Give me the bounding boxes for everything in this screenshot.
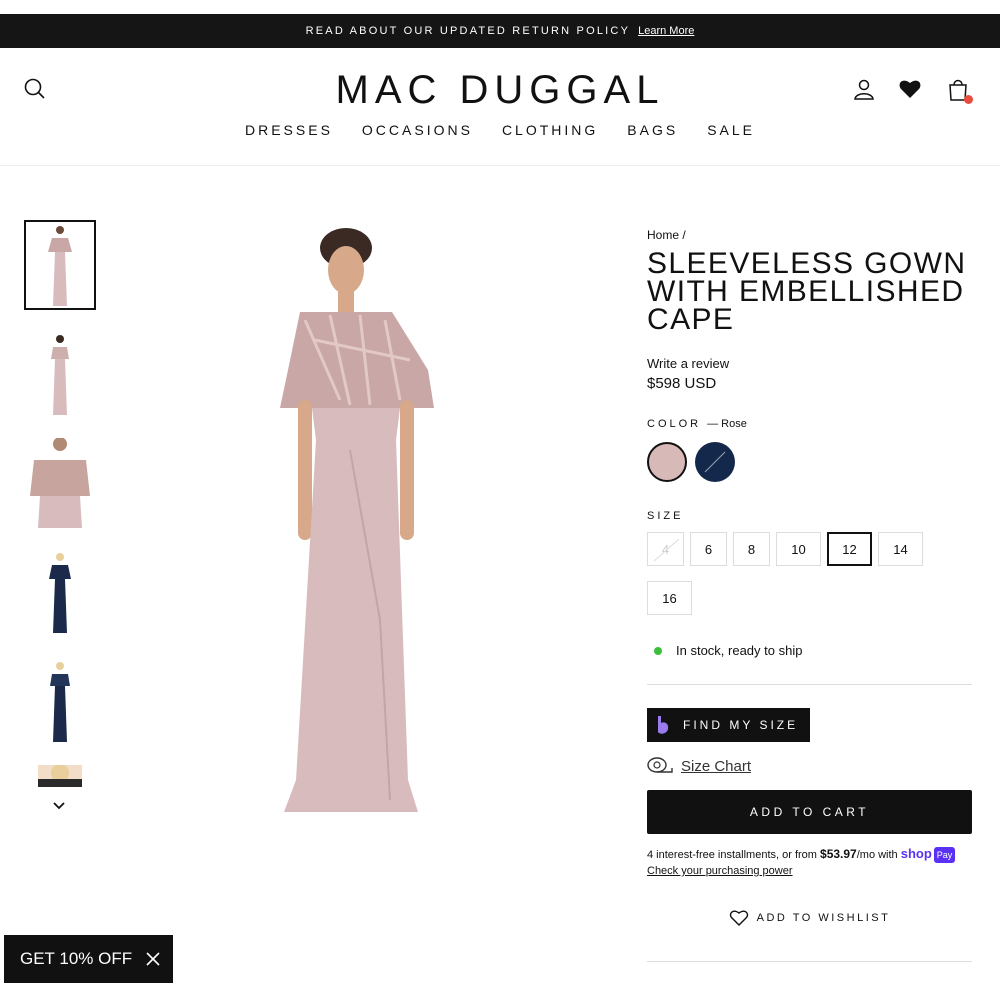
nav-sale[interactable]: SALE	[707, 122, 755, 138]
installments-pre: 4 interest-free installments, or from	[647, 849, 821, 861]
add-to-cart-button[interactable]: ADD TO CART	[647, 790, 972, 834]
thumbnail-5[interactable]	[24, 656, 96, 746]
installments-amount: $53.97	[820, 847, 857, 861]
color-label: COLOR	[647, 418, 702, 430]
product-main-image	[250, 220, 470, 820]
announcement-bar: READ ABOUT OUR UPDATED RETURN POLICY Lea…	[0, 14, 1000, 48]
swatch-rose[interactable]	[647, 442, 687, 482]
size-12[interactable]: 12	[827, 532, 872, 566]
thumbnail-4[interactable]	[24, 547, 96, 637]
account-icon[interactable]	[853, 78, 877, 102]
main-nav: DRESSES OCCASIONS CLOTHING BAGS SALE	[0, 122, 1000, 138]
stock-text: In stock, ready to ship	[676, 643, 803, 658]
thumbnail-2[interactable]	[24, 329, 96, 419]
find-my-size-button[interactable]: FIND MY SIZE	[647, 708, 811, 742]
nav-bags[interactable]: BAGS	[627, 122, 678, 138]
write-review-link[interactable]: Write a review	[647, 356, 972, 371]
bold-metrics-logo-icon	[658, 716, 669, 734]
breadcrumb[interactable]: Home /	[647, 228, 972, 242]
check-purchasing-power-link[interactable]: Check your purchasing power	[647, 865, 793, 877]
close-icon[interactable]	[145, 951, 161, 967]
size-10[interactable]: 10	[776, 532, 821, 566]
announcement-text: READ ABOUT OUR UPDATED RETURN POLICY	[305, 25, 631, 37]
heart-outline-icon	[729, 910, 748, 926]
stock-status: In stock, ready to ship	[647, 643, 972, 658]
divider	[647, 684, 972, 685]
size-14[interactable]: 14	[878, 532, 923, 566]
site-header: MAC DUGGAL DRESSES OCCASIONS CLOTHING BA…	[0, 48, 1000, 166]
product-price: $598 USD	[647, 375, 717, 392]
shop-pay-badge: Pay	[933, 847, 956, 863]
cart-badge	[964, 95, 973, 104]
promo-text[interactable]: GET 10% OFF	[20, 949, 132, 969]
product-title: SLEEVELESS GOWN WITH EMBELLISHED CAPE	[647, 247, 967, 336]
nav-occasions[interactable]: OCCASIONS	[362, 122, 473, 138]
nav-clothing[interactable]: CLOTHING	[502, 122, 598, 138]
find-my-size-label: FIND MY SIZE	[683, 718, 799, 732]
size-chart-row: Size Chart	[647, 756, 972, 776]
measuring-tape-icon	[647, 757, 673, 773]
size-chart-link[interactable]: Size Chart	[681, 758, 751, 775]
size-8[interactable]: 8	[733, 532, 770, 566]
promo-popup: GET 10% OFF	[4, 935, 173, 983]
size-options: 4 6 8 10 12 14 16	[647, 532, 947, 623]
size-6[interactable]: 6	[690, 532, 727, 566]
size-16[interactable]: 16	[647, 581, 692, 615]
color-label-row: COLOR — Rose	[647, 418, 972, 430]
swatch-navy[interactable]	[695, 442, 735, 482]
thumbnail-1[interactable]	[24, 220, 96, 310]
chevron-down-icon[interactable]	[52, 798, 66, 816]
in-stock-dot-icon	[654, 646, 662, 655]
divider-bottom	[647, 961, 972, 962]
learn-more-link[interactable]: Learn More	[638, 25, 694, 37]
wishlist-label: ADD TO WISHLIST	[756, 912, 891, 924]
thumbnail-6[interactable]	[24, 765, 96, 787]
color-swatches	[647, 442, 972, 482]
nav-dresses[interactable]: DRESSES	[245, 122, 333, 138]
installments-post: /mo with	[856, 849, 901, 861]
thumbnail-3[interactable]	[24, 438, 96, 528]
size-label: SIZE	[647, 510, 684, 522]
shop-pay-logo: shop	[900, 846, 932, 861]
cart-icon[interactable]	[947, 78, 973, 104]
thumbnail-gallery	[24, 220, 96, 787]
product-info: Home / SLEEVELESS GOWN WITH EMBELLISHED …	[647, 228, 972, 962]
brand-logo[interactable]: MAC DUGGAL	[0, 68, 1000, 113]
add-to-wishlist-button[interactable]: ADD TO WISHLIST	[647, 909, 972, 927]
heart-icon[interactable]	[898, 78, 922, 102]
installments-info: 4 interest-free installments, or from $5…	[647, 846, 972, 879]
size-4[interactable]: 4	[647, 532, 684, 566]
color-selected: — Rose	[707, 418, 747, 430]
